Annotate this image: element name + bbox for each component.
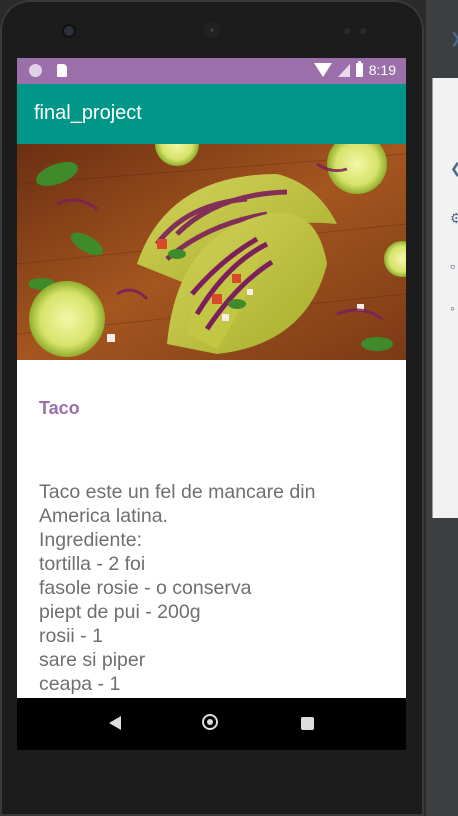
earpiece-speaker [204,22,220,38]
ide-panel [432,78,458,518]
ide-icon: ◦ [450,300,455,316]
front-camera [64,26,74,36]
recipe-content: Taco Taco este un fel de mancare din Ame… [17,360,406,698]
light-sensor [360,28,366,34]
home-icon[interactable] [202,714,218,730]
app-bar: final_project [17,84,406,144]
signal-icon [337,63,350,77]
recipe-description: Taco este un fel de mancare din America … [39,481,316,695]
notification-circle-icon [29,64,42,77]
status-time: 8:19 [368,62,396,78]
tacos-photo [17,144,406,360]
ide-icon: ▫ [450,258,455,274]
proximity-sensor [344,28,350,34]
status-right-group: 8:19 [313,61,396,78]
navigation-bar [17,698,406,750]
app-title: final_project [34,102,142,124]
phone-frame: 8:19 final_project Taco Taco este un fel… [0,0,424,816]
device-screen: 8:19 final_project Taco Taco este un fel… [17,58,406,750]
ide-icon: ⚙ [450,210,458,226]
hero-image [17,144,406,360]
ide-icon: ❮ [450,160,458,177]
wifi-icon [313,63,332,77]
recents-icon[interactable] [301,717,314,730]
sd-card-icon [57,64,67,77]
recipe-title: Taco [39,398,80,418]
battery-icon [355,61,363,77]
back-icon[interactable] [109,716,121,730]
ide-icon: ❯ [450,30,458,47]
status-bar: 8:19 [17,58,406,84]
